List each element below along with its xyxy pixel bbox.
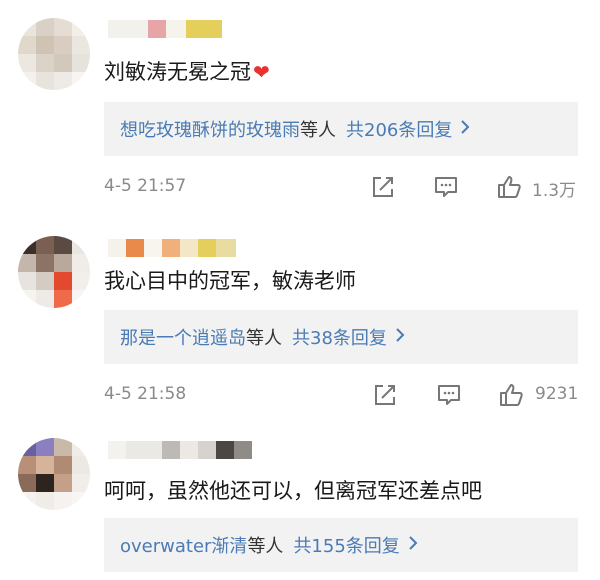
reply-count-link[interactable]: 共155条回复	[293, 532, 399, 558]
comment-icon[interactable]	[433, 174, 459, 200]
reply-summary[interactable]: 想吃玫瑰酥饼的玫瑰雨 等人 共206条回复	[104, 102, 578, 156]
reply-etc-label: 等人	[246, 328, 282, 349]
reply-summary[interactable]: overwater渐清 等人 共155条回复	[104, 518, 578, 572]
comment-text: 刘敏涛无冕之冠 ❤	[104, 60, 270, 84]
timestamp: 4-5 21:57	[104, 176, 187, 196]
username-blurred[interactable]	[108, 441, 252, 459]
comment-text: 我心目中的冠军，敏涛老师	[104, 269, 356, 293]
red-heart-icon: ❤	[253, 60, 270, 84]
reply-summary[interactable]: 那是一个逍遥岛 等人 共38条回复	[104, 310, 578, 364]
reply-etc-label: 等人	[300, 120, 336, 141]
comment-meta: 4-5 21:57 1.3万	[0, 172, 600, 202]
username-blurred[interactable]	[108, 20, 222, 38]
reply-user-names[interactable]: overwater渐清	[120, 532, 247, 558]
like-count: 1.3万	[532, 181, 577, 201]
reply-count-link[interactable]: 共206条回复	[346, 116, 452, 142]
reply-etc-label: 等人	[247, 536, 284, 557]
avatar[interactable]	[18, 18, 90, 90]
comment-text: 呵呵，虽然他还可以，但离冠军还差点吧	[104, 479, 482, 503]
username-blurred[interactable]	[108, 239, 236, 257]
avatar[interactable]	[18, 236, 90, 308]
reply-count-link[interactable]: 共38条回复	[292, 324, 387, 350]
thumbs-up-icon[interactable]	[498, 382, 524, 408]
share-icon[interactable]	[370, 174, 396, 200]
thumbs-up-icon[interactable]	[496, 174, 522, 200]
reply-user-names[interactable]: 那是一个逍遥岛	[120, 324, 246, 350]
share-icon[interactable]	[372, 382, 398, 408]
avatar[interactable]	[18, 438, 90, 510]
comment-meta: 4-5 21:58 9231	[0, 380, 600, 410]
timestamp: 4-5 21:58	[104, 384, 187, 404]
like-count: 9231	[535, 384, 579, 404]
comment-icon[interactable]	[436, 382, 462, 408]
chevron-right-icon	[408, 535, 418, 556]
chevron-right-icon	[460, 119, 470, 140]
chevron-right-icon	[395, 327, 405, 348]
reply-user-names[interactable]: 想吃玫瑰酥饼的玫瑰雨	[120, 116, 300, 142]
